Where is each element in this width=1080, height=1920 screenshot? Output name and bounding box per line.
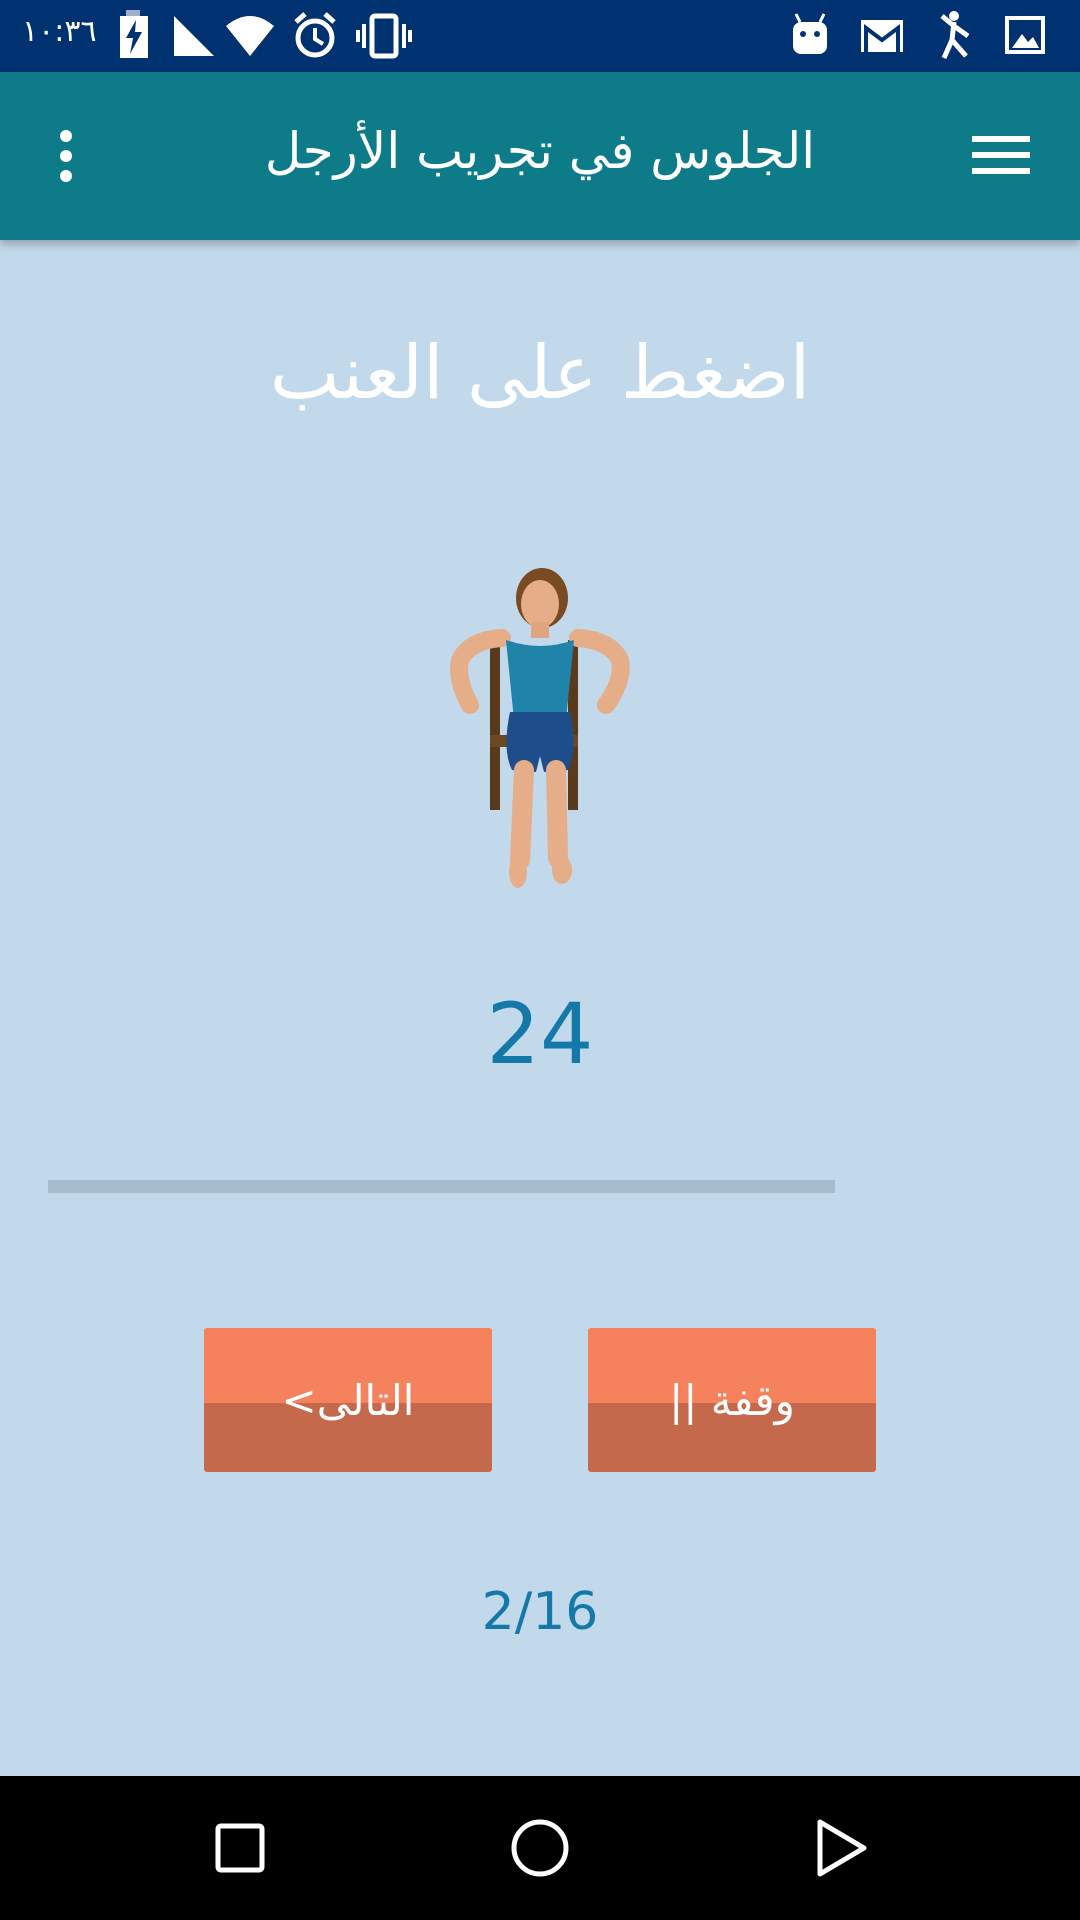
- alarm-icon: [294, 12, 336, 58]
- rep-counter: 24: [486, 985, 594, 1083]
- seated-woman-exercise-figure: [450, 568, 630, 888]
- app-title: الجلوس في تجريب الأرجل: [264, 122, 816, 180]
- progress-fill: [48, 1180, 835, 1193]
- progress-bar: [48, 1180, 835, 1193]
- signal-icon: [174, 16, 214, 56]
- navigation-bar: [0, 1776, 1080, 1920]
- more-vert-icon[interactable]: [48, 128, 84, 184]
- pause-button[interactable]: وقفة ||: [588, 1328, 876, 1472]
- recents-icon[interactable]: [208, 1816, 272, 1880]
- app-bar: الجلوس في تجريب الأرجل: [0, 72, 1080, 240]
- gmail-icon: [861, 20, 903, 52]
- hamburger-menu-icon[interactable]: [972, 130, 1030, 180]
- dancer-icon: [940, 11, 970, 60]
- image-icon: [1005, 16, 1045, 54]
- exercise-page-counter: 2/16: [481, 1582, 599, 1642]
- vibrate-icon: [356, 13, 412, 59]
- battery-charging-icon: [120, 10, 148, 58]
- next-button[interactable]: التالى>: [204, 1328, 492, 1472]
- wifi-icon: [226, 16, 274, 56]
- android-icon: [793, 13, 827, 54]
- pause-button-label: وقفة ||: [669, 1375, 795, 1425]
- back-icon[interactable]: [808, 1816, 872, 1880]
- next-button-label: التالى>: [281, 1375, 415, 1425]
- status-time: ١٠:٣٦: [22, 14, 97, 49]
- exercise-name: اضغط على العنب: [269, 330, 811, 416]
- home-icon[interactable]: [508, 1816, 572, 1880]
- status-bar: ١٠:٣٦: [0, 0, 1080, 72]
